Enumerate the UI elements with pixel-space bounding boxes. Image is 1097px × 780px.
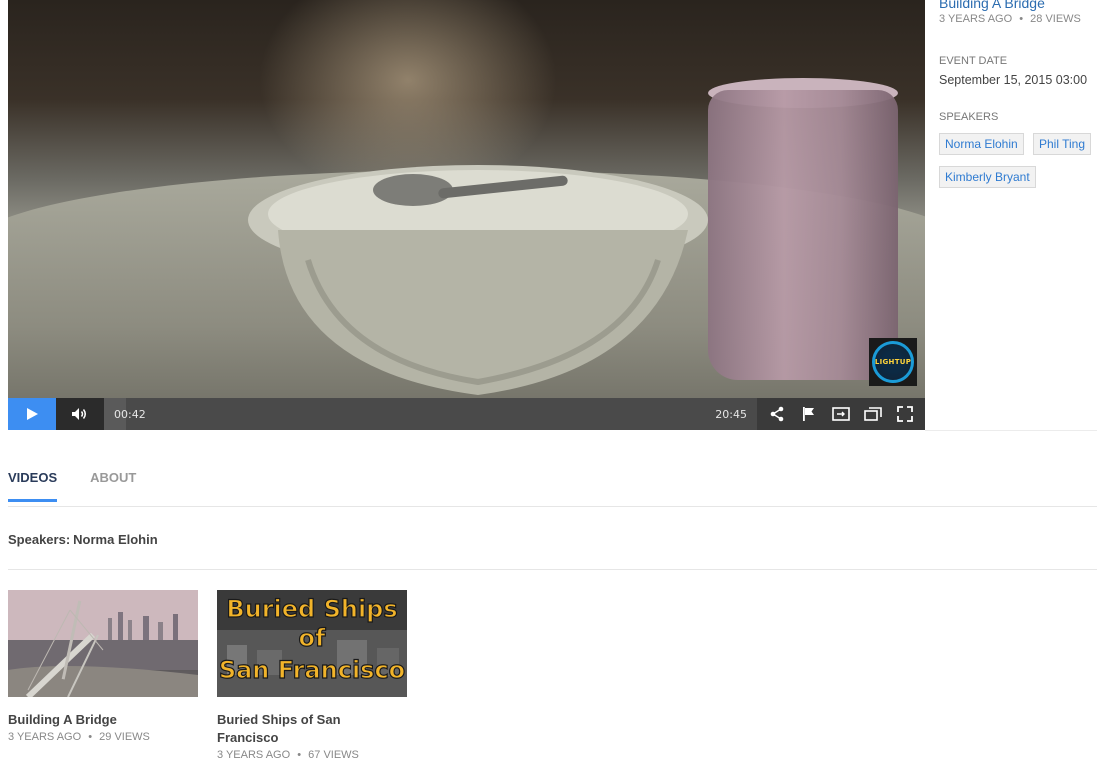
video-card[interactable]: Buried Ships of San Francisco Buried Shi… [217,590,407,761]
right-controls [757,398,925,430]
speaker-tag[interactable]: Norma Elohin [939,133,1024,155]
bridge-thumbnail-image [8,590,198,697]
video-thumbnail[interactable] [8,590,198,697]
video-views: 28 VIEWS [1030,13,1081,25]
report-button[interactable] [793,398,825,430]
meta-separator: • [88,731,93,743]
popout-icon [864,407,882,421]
divider [925,430,1097,431]
content-tabs: VIDEOS ABOUT [8,470,169,502]
video-meta: 3 YEARS AGO • 28 VIEWS [939,13,1081,25]
video-card-age: 3 YEARS AGO [8,731,82,743]
speakers-label: SPEAKERS [939,111,999,123]
speaker-filter: Speakers: Norma Elohin [8,532,158,547]
video-card-title-line[interactable]: Buried Ships of San [217,711,407,729]
tab-videos[interactable]: VIDEOS [8,470,58,502]
popout-button[interactable] [857,398,889,430]
video-card-age: 3 YEARS AGO [217,749,291,761]
thumbnail-text: of [299,624,326,652]
divider [8,506,1097,507]
current-time: 00:42 [114,407,146,421]
video-player[interactable]: LIGHTUP 00:42 20:45 [8,0,925,430]
filter-label: Speakers: [8,532,71,547]
progress-bar[interactable]: 00:42 20:45 [104,398,757,430]
play-button[interactable] [8,398,56,430]
buried-ships-thumbnail-image: Buried Ships of San Francisco [217,590,407,697]
player-controls: 00:42 20:45 [8,398,925,430]
event-date-label: EVENT DATE [939,55,1008,67]
video-card[interactable]: Building A Bridge 3 YEARS AGO • 29 VIEWS [8,590,198,743]
speaker-tag[interactable]: Kimberly Bryant [939,166,1036,188]
smoothie-glass-image [708,90,898,380]
video-card-title-line[interactable]: Francisco [217,729,407,747]
filter-value[interactable]: Norma Elohin [73,532,158,547]
meta-separator: • [1019,13,1024,25]
fullscreen-icon [897,406,913,422]
play-icon [27,408,38,420]
flag-icon [803,407,814,421]
theater-mode-button[interactable] [825,398,857,430]
thumbnail-text: Buried Ships [226,595,397,623]
channel-logo: LIGHTUP [869,338,917,386]
video-card-meta: 3 YEARS AGO • 67 VIEWS [217,749,407,761]
volume-icon [72,408,86,420]
video-thumbnail[interactable]: Buried Ships of San Francisco [217,590,407,697]
meta-separator: • [297,749,302,761]
video-age: 3 YEARS AGO [939,13,1013,25]
video-card-views: 67 VIEWS [308,749,359,761]
share-icon [770,406,784,422]
event-date-value: September 15, 2015 03:00 [939,73,1088,87]
tab-about[interactable]: ABOUT [90,470,136,502]
video-title[interactable]: Building A Bridge [939,0,1045,11]
thumbnail-text: San Francisco [219,656,405,684]
video-card-views: 29 VIEWS [99,731,150,743]
logo-text: LIGHTUP [874,358,912,366]
video-card-title[interactable]: Building A Bridge [8,711,198,729]
fullscreen-button[interactable] [889,398,921,430]
theater-mode-icon [832,407,850,421]
speaker-tag[interactable]: Phil Ting [1033,133,1092,155]
divider [8,569,1097,570]
share-button[interactable] [761,398,793,430]
video-frame[interactable]: LIGHTUP [8,0,925,398]
bowl-image [248,165,708,395]
volume-button[interactable] [56,398,104,430]
video-card-meta: 3 YEARS AGO • 29 VIEWS [8,731,198,743]
video-card-title[interactable]: Buried Ships of San Francisco [217,711,407,747]
duration: 20:45 [715,407,747,421]
